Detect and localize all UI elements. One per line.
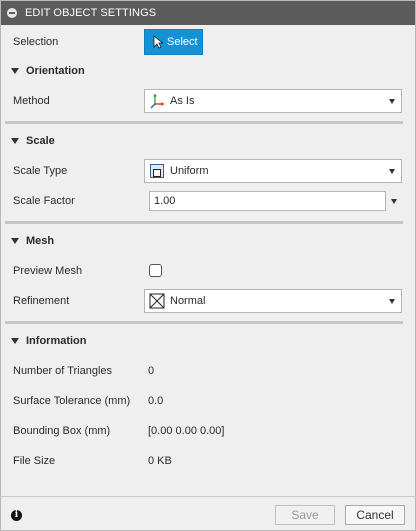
scale-type-label: Scale Type <box>13 165 68 177</box>
preview-mesh-checkbox[interactable] <box>149 264 162 277</box>
mesh-header: Mesh <box>26 235 55 247</box>
panel-footer: i Save Cancel <box>1 496 415 530</box>
refinement-label: Refinement <box>13 295 70 307</box>
axes-icon <box>150 93 165 109</box>
scale-factor-value: 1.00 <box>154 195 176 207</box>
triangles-label: Number of Triangles <box>13 365 113 377</box>
select-button-label: Select <box>167 36 198 48</box>
scale-section-header[interactable]: Scale <box>1 130 415 152</box>
method-dropdown[interactable]: As Is <box>144 89 402 113</box>
chevron-down-icon <box>389 299 395 304</box>
selection-row: Selection Select <box>1 27 415 57</box>
scale-factor-label: Scale Factor <box>13 195 75 207</box>
expand-triangle-icon <box>11 238 19 244</box>
scale-header: Scale <box>26 135 55 147</box>
selection-label: Selection <box>13 36 59 48</box>
method-value: As Is <box>170 95 195 107</box>
chevron-down-icon <box>389 99 395 104</box>
refinement-dropdown[interactable]: Normal <box>144 289 402 313</box>
uniform-scale-icon <box>150 164 164 178</box>
expand-triangle-icon <box>11 68 19 74</box>
scale-factor-row: Scale Factor 1.00 <box>1 186 415 216</box>
triangles-value: 0 <box>148 365 155 377</box>
bounding-box-row: Bounding Box (mm) [0.00 0.00 0.00] <box>1 416 415 446</box>
information-header: Information <box>26 335 87 347</box>
preview-mesh-label: Preview Mesh <box>13 265 83 277</box>
chevron-down-icon <box>389 169 395 174</box>
info-icon[interactable]: i <box>11 510 22 521</box>
orientation-section-header[interactable]: Orientation <box>1 60 415 82</box>
triangles-row: Number of Triangles 0 <box>1 356 415 386</box>
tolerance-label: Surface Tolerance (mm) <box>13 395 131 407</box>
scale-factor-input[interactable]: 1.00 <box>149 191 386 211</box>
method-row: Method As Is <box>1 86 415 116</box>
scale-type-value: Uniform <box>170 165 209 177</box>
edit-object-settings-panel: EDIT OBJECT SETTINGS Selection Select Or… <box>0 0 416 531</box>
bounding-box-value: [0.00 0.00 0.00] <box>148 425 225 437</box>
refinement-row: Refinement Normal <box>1 286 415 316</box>
method-label: Method <box>13 95 50 107</box>
file-size-row: File Size 0 KB <box>1 446 415 476</box>
preview-mesh-row: Preview Mesh <box>1 256 415 286</box>
file-size-label: File Size <box>13 455 56 467</box>
file-size-value: 0 KB <box>148 455 172 467</box>
panel-titlebar: EDIT OBJECT SETTINGS <box>1 1 415 25</box>
collapse-icon[interactable] <box>7 8 17 18</box>
section-divider <box>5 321 403 324</box>
expand-triangle-icon <box>11 338 19 344</box>
cursor-arrow-icon <box>153 35 163 49</box>
section-divider <box>5 221 403 224</box>
tolerance-row: Surface Tolerance (mm) 0.0 <box>1 386 415 416</box>
chevron-down-icon[interactable] <box>391 199 397 204</box>
scale-type-dropdown[interactable]: Uniform <box>144 159 402 183</box>
scale-type-row: Scale Type Uniform <box>1 156 415 186</box>
information-section-header[interactable]: Information <box>1 330 415 352</box>
select-button[interactable]: Select <box>144 29 203 55</box>
mesh-refinement-icon <box>149 293 165 309</box>
section-divider <box>5 121 403 124</box>
cancel-button[interactable]: Cancel <box>345 505 405 525</box>
mesh-section-header[interactable]: Mesh <box>1 230 415 252</box>
save-button[interactable]: Save <box>275 505 335 525</box>
orientation-header: Orientation <box>26 65 85 77</box>
refinement-value: Normal <box>170 295 206 307</box>
bounding-box-label: Bounding Box (mm) <box>13 425 111 437</box>
panel-title: EDIT OBJECT SETTINGS <box>25 7 157 19</box>
expand-triangle-icon <box>11 138 19 144</box>
tolerance-value: 0.0 <box>148 395 164 407</box>
